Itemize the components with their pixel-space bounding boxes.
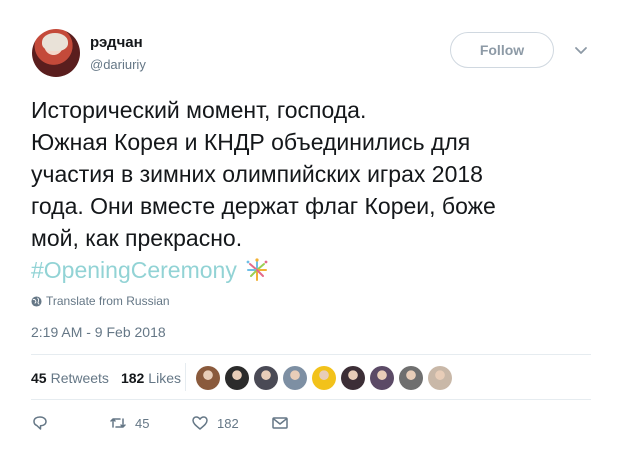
retweets-label: Retweets	[50, 370, 109, 386]
tweet-timestamp[interactable]: 2:19 AM - 9 Feb 2018	[31, 324, 166, 340]
hashtag-row: #OpeningCeremony	[31, 254, 271, 286]
fireworks-icon	[246, 258, 268, 281]
liker-avatar-9[interactable]	[428, 366, 452, 390]
reply-button[interactable]	[31, 414, 49, 432]
tweet-line: мой, как прекрасно.	[31, 225, 243, 251]
retweets-count: 45	[31, 370, 47, 386]
liker-avatar-1[interactable]	[196, 366, 220, 390]
likes-stat[interactable]: 182 Likes	[121, 370, 181, 386]
follow-button[interactable]: Follow	[450, 32, 554, 68]
author-display-name[interactable]: рэдчан	[90, 34, 143, 51]
chevron-down-icon[interactable]	[573, 42, 589, 58]
stats-separator	[185, 363, 186, 391]
liker-avatar-6[interactable]	[341, 366, 365, 390]
heart-icon	[192, 416, 208, 430]
liker-avatars	[196, 366, 457, 390]
direct-message-icon	[272, 417, 288, 429]
globe-icon	[31, 295, 42, 307]
liker-avatar-8[interactable]	[399, 366, 423, 390]
tweet-line: Исторический момент, господа.	[31, 97, 367, 123]
retweets-stat[interactable]: 45 Retweets	[31, 370, 109, 386]
translate-link[interactable]: Translate from Russian	[31, 294, 170, 308]
tweet-line: года. Они вместе держат флаг Кореи, боже	[31, 193, 496, 219]
translate-label[interactable]: Translate from Russian	[46, 294, 170, 308]
likes-label: Likes	[148, 370, 181, 386]
divider	[31, 354, 591, 355]
liker-avatar-7[interactable]	[370, 366, 394, 390]
like-button[interactable]: 182	[191, 414, 239, 432]
like-count: 182	[217, 415, 239, 431]
liker-avatar-4[interactable]	[283, 366, 307, 390]
likes-count: 182	[120, 370, 145, 386]
tweet-text: Исторический момент, господа. Южная Коре…	[31, 94, 591, 254]
divider	[31, 399, 591, 400]
retweet-icon	[110, 418, 126, 428]
liker-avatar-5[interactable]	[312, 366, 336, 390]
author-avatar[interactable]	[32, 29, 80, 77]
reply-icon	[33, 416, 47, 430]
liker-avatar-3[interactable]	[254, 366, 278, 390]
tweet-actions: 45 182	[31, 414, 331, 436]
tweet-stats: 45 Retweets 182 Likes	[31, 370, 193, 386]
tweet-line: участия в зимних олимпийских играх 2018	[31, 161, 483, 187]
tweet-line: Южная Корея и КНДР объединились для	[31, 129, 471, 155]
retweet-button[interactable]: 45	[109, 414, 149, 432]
author-handle[interactable]: @dariuriy	[90, 57, 146, 72]
direct-message-button[interactable]	[271, 414, 289, 432]
retweet-count: 45	[135, 415, 150, 431]
liker-avatar-2[interactable]	[225, 366, 249, 390]
hashtag-link[interactable]: #OpeningCeremony	[31, 257, 237, 284]
